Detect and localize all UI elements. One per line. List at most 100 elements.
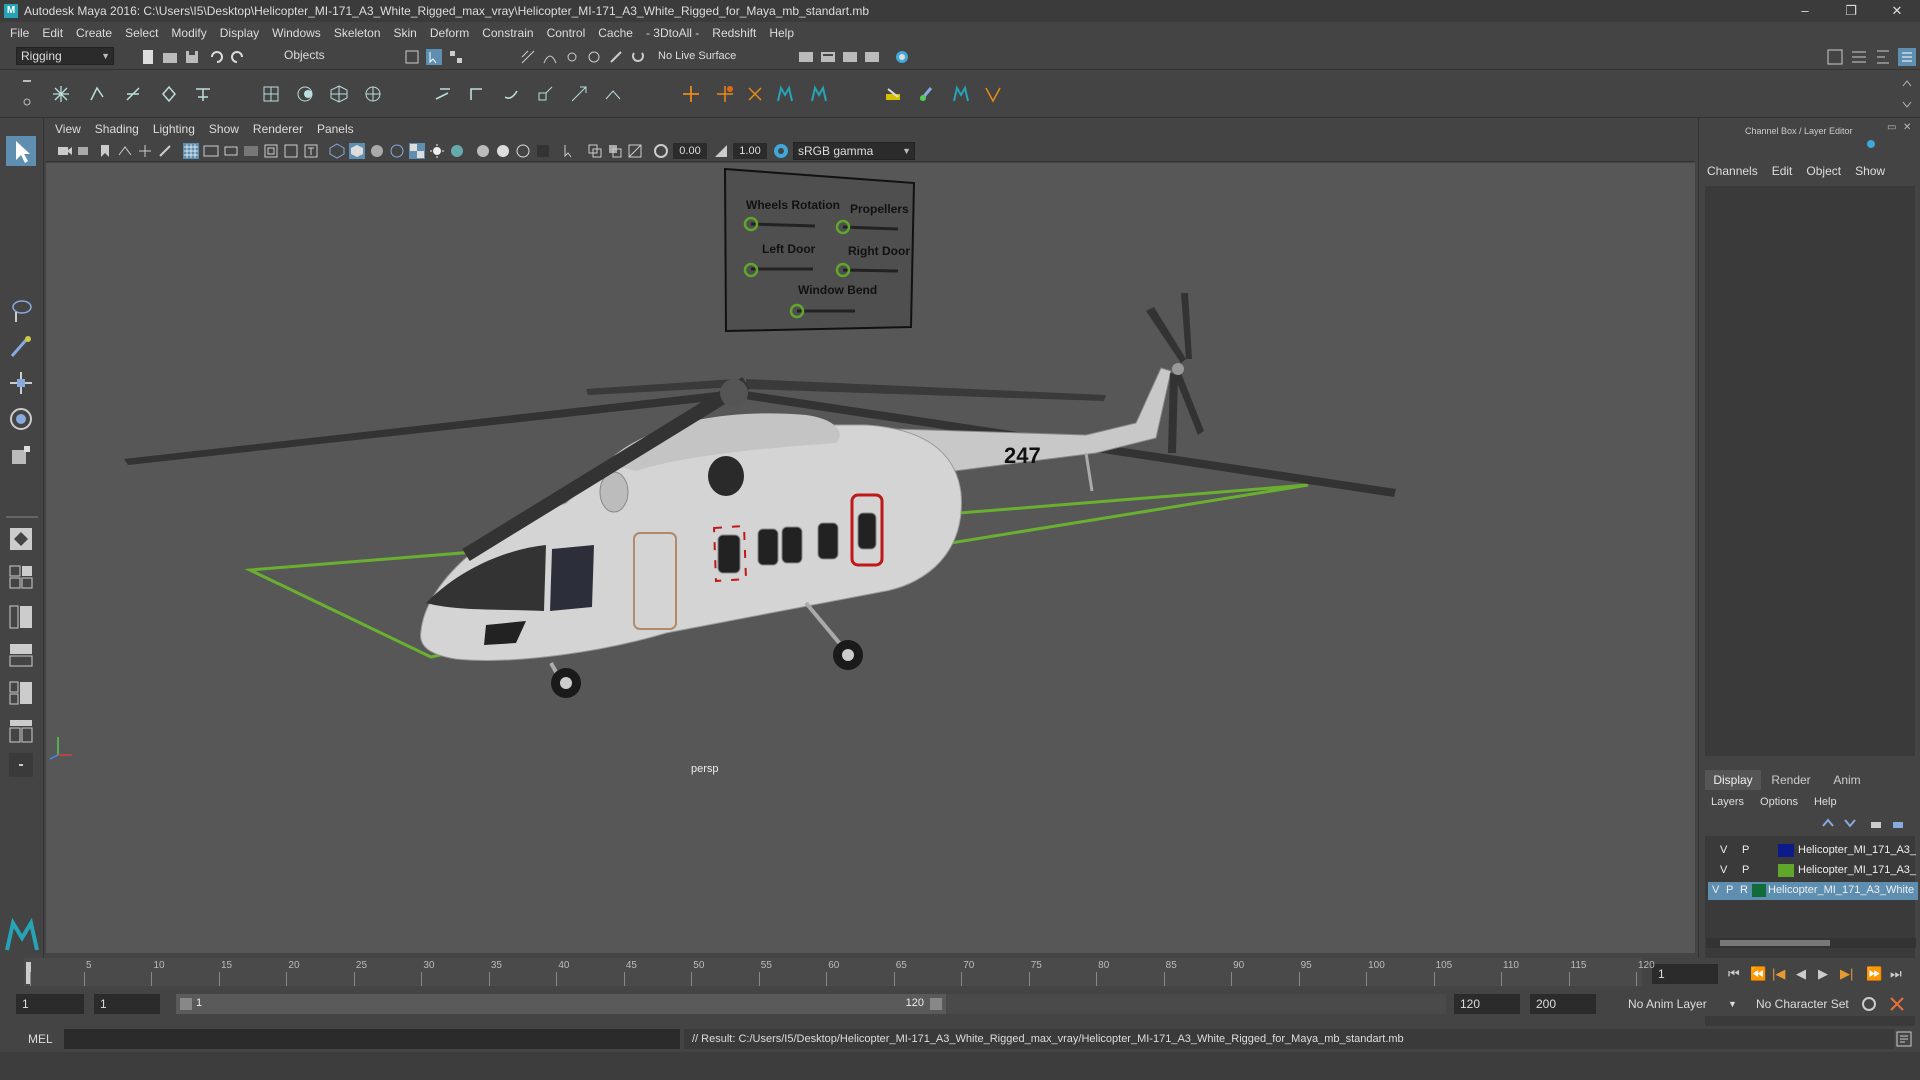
snap-live-icon[interactable] (608, 49, 624, 65)
use-all-lights-icon[interactable] (429, 143, 445, 159)
ipr-render-icon[interactable] (842, 49, 858, 65)
smooth-shade-icon[interactable] (349, 143, 365, 159)
character-set-dropdown[interactable]: No Character Set (1750, 994, 1870, 1014)
maya-shelf-tool-2-icon[interactable] (810, 85, 828, 103)
layer-visibility-toggle[interactable]: V (1720, 844, 1727, 856)
tab-anim[interactable]: Anim (1819, 770, 1875, 790)
play-forwards-icon[interactable]: ▶ (1818, 966, 1828, 982)
ik-handle-icon[interactable] (88, 85, 106, 103)
locator-joint-icon[interactable] (716, 85, 734, 103)
select-tool-icon[interactable] (6, 136, 36, 166)
four-view-layout-icon[interactable] (8, 564, 34, 590)
layer-color-swatch[interactable] (1778, 844, 1794, 857)
xray-components-icon[interactable] (515, 143, 531, 159)
channel-menu-object[interactable]: Object (1806, 164, 1841, 180)
camera-select-icon[interactable] (57, 143, 73, 159)
step-back-frame-icon[interactable]: |◀ (1772, 966, 1785, 982)
layer-menu-help[interactable]: Help (1814, 796, 1837, 812)
render-sequence-icon[interactable] (820, 49, 836, 65)
menu-help[interactable]: Help (769, 26, 794, 40)
xray-icon[interactable] (475, 143, 491, 159)
play-backwards-icon[interactable]: ◀ (1796, 966, 1806, 982)
maximize-button[interactable]: ❐ (1828, 0, 1874, 22)
menu-edit[interactable]: Edit (42, 26, 63, 40)
script-editor-icon[interactable] (1896, 1031, 1912, 1047)
gamma-field[interactable]: 1.00 (733, 143, 767, 159)
script-language-label[interactable]: MEL (28, 1032, 53, 1046)
maya-shelf-tool-1-icon[interactable] (776, 85, 794, 103)
new-scene-icon[interactable] (140, 49, 156, 65)
gamma-icon[interactable] (713, 143, 729, 159)
layout-options-icon[interactable] (8, 752, 34, 778)
layer-playback-toggle[interactable]: P (1742, 864, 1749, 876)
float-panel-icon[interactable]: ▭ (1887, 122, 1896, 133)
view-transform-dropdown[interactable]: sRGB gamma ▼ (793, 142, 915, 160)
two-sided-lighting-icon[interactable] (587, 143, 603, 159)
film-gate-icon[interactable] (203, 143, 219, 159)
panel-menu-panels[interactable]: Panels (317, 122, 354, 136)
scale-constraint-icon[interactable] (536, 85, 554, 103)
modeling-toolkit-icon[interactable] (1826, 48, 1844, 66)
range-handle-start[interactable] (180, 998, 192, 1010)
exposure-icon[interactable] (653, 143, 669, 159)
depth-peeling-icon[interactable] (627, 143, 643, 159)
parent-constraint-icon[interactable] (434, 85, 452, 103)
tab-render[interactable]: Render (1763, 770, 1819, 790)
menu-skin[interactable]: Skin (394, 26, 417, 40)
range-slider-bar[interactable]: 1 120 (176, 994, 946, 1014)
orient-joint-icon[interactable] (194, 85, 212, 103)
aim-constraint-icon[interactable] (570, 85, 588, 103)
layer-playback-toggle[interactable]: P (1742, 844, 1749, 856)
step-forward-frame-icon[interactable]: ▶| (1840, 966, 1853, 982)
layer-row[interactable]: V P Helicopter_MI_171_A3_ (1708, 862, 1918, 880)
menu-control[interactable]: Control (547, 26, 586, 40)
go-to-start-icon[interactable]: ⏮ (1728, 966, 1740, 982)
rotate-tool-icon[interactable] (8, 406, 34, 432)
field-chart-icon[interactable] (263, 143, 279, 159)
image-plane-icon[interactable] (117, 143, 133, 159)
highlight-select-icon[interactable] (561, 143, 577, 159)
open-scene-icon[interactable] (162, 49, 178, 65)
lasso-tool-icon[interactable] (8, 298, 34, 324)
shadows-icon[interactable] (449, 143, 465, 159)
attribute-editor-icon[interactable] (1850, 48, 1868, 66)
paint-weights-icon[interactable] (296, 85, 314, 103)
menu-create[interactable]: Create (76, 26, 112, 40)
select-hierarchy-icon[interactable] (404, 49, 420, 65)
layer-row[interactable]: V P Helicopter_MI_171_A3_ (1708, 842, 1918, 860)
channel-box-icon[interactable] (1865, 138, 1877, 150)
live-surface-label[interactable]: No Live Surface (658, 50, 736, 62)
menu-redshift[interactable]: Redshift (712, 26, 756, 40)
panel-menu-view[interactable]: View (55, 122, 81, 136)
wireframe-icon[interactable] (329, 143, 345, 159)
grid-toggle-icon[interactable] (183, 143, 199, 159)
layer-color-swatch[interactable] (1778, 864, 1794, 877)
scale-tool-icon[interactable] (8, 442, 34, 468)
persp-graph-layout-icon[interactable] (8, 642, 34, 668)
two-d-pan-icon[interactable] (137, 143, 153, 159)
tag-tool-icon[interactable] (884, 85, 902, 103)
close-panel-icon[interactable]: ✕ (1903, 122, 1911, 133)
panel-menu-shading[interactable]: Shading (95, 122, 139, 136)
render-settings-icon[interactable] (864, 49, 880, 65)
menu-skeleton[interactable]: Skeleton (334, 26, 381, 40)
playback-end-field[interactable]: 120 (1454, 994, 1520, 1014)
channel-menu-show[interactable]: Show (1855, 164, 1885, 180)
layer-reference-toggle[interactable]: R (1740, 884, 1748, 896)
new-layer-icon[interactable] (1869, 816, 1883, 830)
selection-mask-dropdown[interactable]: Objects (280, 47, 378, 65)
move-tool-icon[interactable] (8, 370, 34, 396)
default-material-icon[interactable] (369, 143, 385, 159)
isolate-select-icon[interactable] (535, 143, 551, 159)
select-component-icon[interactable] (448, 49, 464, 65)
custom-layout-icon[interactable] (8, 718, 34, 744)
shelf-options-icon[interactable] (20, 76, 34, 112)
current-frame-field[interactable]: 1 (1652, 964, 1718, 984)
cluster-icon[interactable] (364, 85, 382, 103)
layer-playback-toggle[interactable]: P (1726, 884, 1733, 896)
render-current-icon[interactable] (798, 49, 814, 65)
camera-attributes-icon[interactable] (77, 143, 93, 159)
safe-title-icon[interactable] (303, 143, 319, 159)
range-handle-end[interactable] (930, 998, 942, 1010)
menu-modify[interactable]: Modify (171, 26, 206, 40)
